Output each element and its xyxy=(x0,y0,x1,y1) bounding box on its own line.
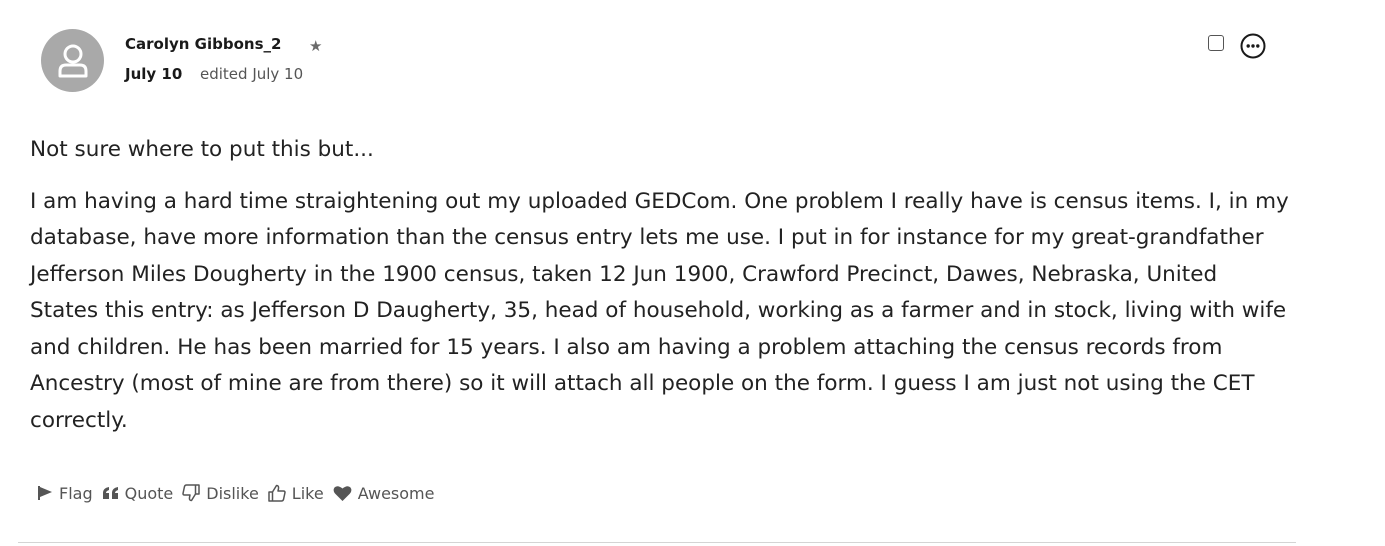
star-icon: ★ xyxy=(309,37,323,55)
post-paragraph: Not sure where to put this but... xyxy=(30,137,374,162)
quote-label: Quote xyxy=(124,483,174,503)
user-icon xyxy=(58,44,87,77)
post-divider xyxy=(18,542,1296,543)
dislike-button[interactable]: Dislike xyxy=(182,484,259,503)
flag-label: Flag xyxy=(59,483,93,503)
dislike-label: Dislike xyxy=(206,483,259,503)
reaction-bar: Flag Quote Dislike Like Awesome xyxy=(37,480,443,506)
thumbs-down-icon xyxy=(182,484,200,502)
flag-button[interactable]: Flag xyxy=(37,484,93,503)
like-button[interactable]: Like xyxy=(268,484,324,503)
edited-label: edited July 10 xyxy=(200,65,304,83)
post-paragraph: I am having a hard time straightening ou… xyxy=(30,188,1289,433)
author-name[interactable]: Carolyn Gibbons_2 xyxy=(125,35,281,53)
flag-icon xyxy=(38,486,52,500)
quote-button[interactable]: Quote xyxy=(102,483,174,503)
heart-icon xyxy=(333,485,352,501)
select-checkbox[interactable] xyxy=(1208,35,1224,51)
more-options-button[interactable] xyxy=(1240,33,1266,59)
awesome-button[interactable]: Awesome xyxy=(333,483,435,503)
post-date[interactable]: July 10 xyxy=(125,65,182,83)
avatar[interactable] xyxy=(41,29,104,92)
thumbs-up-icon xyxy=(268,484,286,502)
comment-post: Carolyn Gibbons_2 ★ July 10 edited July … xyxy=(0,0,1385,546)
quote-icon xyxy=(102,487,118,499)
awesome-label: Awesome xyxy=(357,483,435,503)
more-options-icon xyxy=(1240,33,1266,59)
post-body: Not sure where to put this but... I am h… xyxy=(30,132,1292,439)
like-label: Like xyxy=(291,483,324,503)
